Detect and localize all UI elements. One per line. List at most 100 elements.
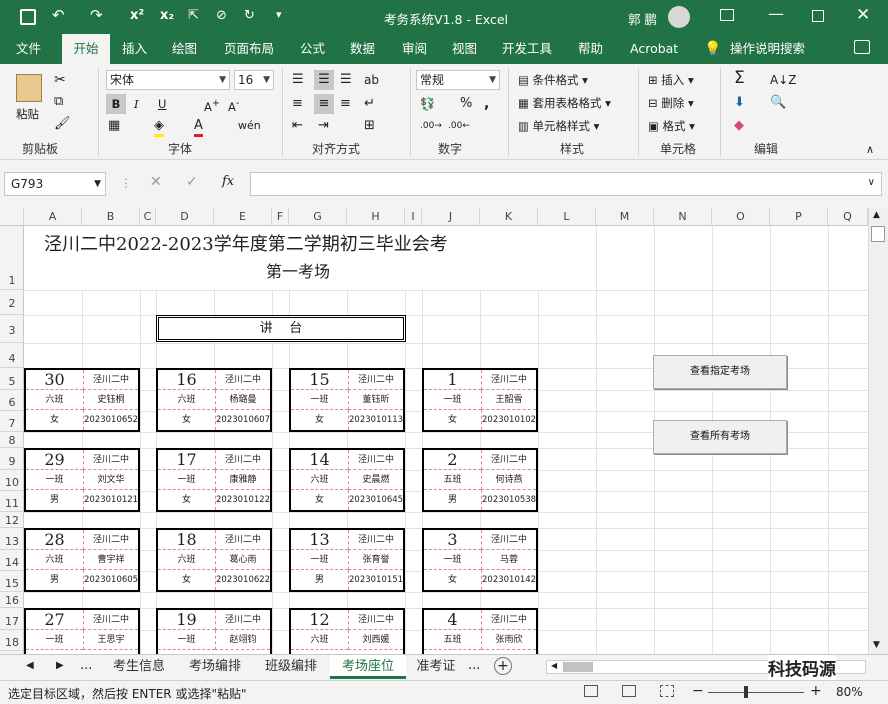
column-header[interactable]: P xyxy=(770,208,828,226)
more-sheets-left[interactable]: ... xyxy=(80,658,92,673)
row-header[interactable]: 4 xyxy=(0,343,23,368)
zoom-out-icon[interactable]: − xyxy=(692,683,704,699)
formula-input[interactable]: ∨ xyxy=(250,172,882,196)
fill-icon[interactable]: ⬇ xyxy=(734,95,745,111)
row-header[interactable]: 5 xyxy=(0,368,23,390)
row-header[interactable]: 14 xyxy=(0,550,23,571)
zoom-in-icon[interactable]: + xyxy=(810,683,822,699)
font-color-icon[interactable]: A xyxy=(194,118,203,137)
save-icon[interactable] xyxy=(20,9,36,25)
seat-card[interactable]: 12 泾川二中 六班 刘西媛 xyxy=(289,608,405,654)
tab-home[interactable]: 开始 xyxy=(62,34,110,64)
redo-icon[interactable]: ↷ xyxy=(90,6,103,24)
sheet-tab[interactable]: 班级编排 xyxy=(256,655,326,679)
collapse-ribbon-icon[interactable]: ∧ xyxy=(866,142,874,158)
ribbon-display-icon[interactable] xyxy=(720,9,734,21)
increase-decimal-icon[interactable]: .00→ xyxy=(420,118,442,134)
clear-icon[interactable]: ◆ xyxy=(734,118,744,134)
tab-developer[interactable]: 开发工具 xyxy=(498,34,556,64)
find-select-icon[interactable]: 🔍 xyxy=(770,95,786,111)
seat-card[interactable]: 18 泾川二中 六班 葛心雨女 2023010622 xyxy=(156,528,272,592)
column-header[interactable]: C xyxy=(140,208,156,226)
column-header[interactable]: D xyxy=(156,208,214,226)
podium-label[interactable]: 讲 台 xyxy=(156,315,406,342)
underline-icon[interactable]: U xyxy=(158,96,166,112)
wrap-text-icon[interactable]: ↵ xyxy=(364,96,375,112)
decrease-indent-icon[interactable]: ⇤ xyxy=(292,118,303,134)
close-icon[interactable]: ✕ xyxy=(856,5,870,25)
scroll-down-icon[interactable]: ▼ xyxy=(873,640,880,650)
autosum-icon[interactable]: Σ xyxy=(734,70,745,87)
align-bottom-icon[interactable]: ☰ xyxy=(340,72,352,88)
add-sheet-icon[interactable]: + xyxy=(494,657,512,675)
conditional-formatting-button[interactable]: ▤ 条件格式 ▾ xyxy=(518,72,588,88)
title-cell[interactable]: 泾川二中2022-2023学年度第二学期初三毕业会考 第一考场 xyxy=(24,226,572,290)
column-header[interactable]: H xyxy=(347,208,405,226)
phonetic-icon[interactable]: wén xyxy=(238,118,261,134)
column-header[interactable]: L xyxy=(538,208,596,226)
worksheet-grid[interactable]: 泾川二中2022-2023学年度第二学期初三毕业会考 第一考场 讲 台 30 泾川… xyxy=(24,226,868,654)
column-header[interactable]: N xyxy=(654,208,712,226)
seat-card[interactable]: 19 泾川二中 一班 赵翊钧 xyxy=(156,608,272,654)
row-header[interactable]: 6 xyxy=(0,390,23,411)
column-header[interactable]: I xyxy=(405,208,422,226)
zoom-slider-thumb[interactable] xyxy=(744,686,748,698)
insert-cells-button[interactable]: ⊞ 插入 ▾ xyxy=(648,72,694,88)
align-center-icon[interactable]: ≡ xyxy=(314,94,334,114)
column-header[interactable]: B xyxy=(82,208,140,226)
zoom-slider[interactable] xyxy=(708,692,804,693)
seat-card[interactable]: 14 泾川二中 六班 史晨燃女 2023010645 xyxy=(289,448,405,512)
tab-formulas[interactable]: 公式 xyxy=(296,34,329,64)
paste-icon[interactable] xyxy=(16,74,42,102)
tab-draw[interactable]: 绘图 xyxy=(168,34,201,64)
copy-icon[interactable]: ⧉ xyxy=(54,94,63,110)
user-name[interactable]: 郭 鹏 xyxy=(628,9,657,28)
maximize-icon[interactable] xyxy=(812,10,824,22)
row-header[interactable]: 3 xyxy=(0,315,23,343)
seat-card[interactable]: 1 泾川二中 一班 王韶雪女 2023010102 xyxy=(422,368,538,432)
tab-insert[interactable]: 插入 xyxy=(118,34,151,64)
row-header[interactable]: 7 xyxy=(0,411,23,432)
seat-card[interactable]: 27 泾川二中 一班 王思宇 xyxy=(24,608,140,654)
normal-view-icon[interactable] xyxy=(584,685,598,697)
comma-style-icon[interactable]: , xyxy=(484,96,489,112)
sheet-tab[interactable]: 准考证 xyxy=(408,655,464,679)
comments-icon[interactable] xyxy=(854,40,870,54)
tab-review[interactable]: 审阅 xyxy=(398,34,431,64)
view-all-rooms-button[interactable]: 查看所有考场 xyxy=(653,420,787,454)
undo-icon[interactable]: ↶ xyxy=(52,6,65,24)
row-header[interactable]: 1 xyxy=(0,226,23,290)
align-top-icon[interactable]: ☰ xyxy=(292,72,304,88)
seat-card[interactable]: 13 泾川二中 一班 张育誉男 2023010151 xyxy=(289,528,405,592)
column-header[interactable]: J xyxy=(422,208,480,226)
minimize-icon[interactable]: — xyxy=(768,4,784,23)
sheet-tab[interactable]: 考生信息 xyxy=(104,655,174,679)
align-left-icon[interactable]: ≡ xyxy=(292,96,303,112)
select-all-corner[interactable] xyxy=(0,208,24,226)
vertical-scrollbar[interactable]: ▲ ▼ xyxy=(868,208,888,654)
column-header[interactable]: K xyxy=(480,208,538,226)
seat-card[interactable]: 29 泾川二中 一班 刘文华男 2023010121 xyxy=(24,448,140,512)
seat-card[interactable]: 16 泾川二中 六班 杨璐曼女 2023010607 xyxy=(156,368,272,432)
column-header[interactable]: F xyxy=(272,208,289,226)
expand-formula-icon[interactable]: ∨ xyxy=(868,177,875,188)
scroll-up-icon[interactable]: ▲ xyxy=(873,210,880,220)
number-format-combo[interactable]: 常规 ▼ xyxy=(416,70,500,90)
decrease-decimal-icon[interactable]: .00← xyxy=(448,118,470,134)
seat-card[interactable]: 2 泾川二中 五班 何诗燕男 2023010538 xyxy=(422,448,538,512)
scroll-left-icon[interactable]: ◀ xyxy=(551,661,557,670)
row-header[interactable]: 15 xyxy=(0,571,23,592)
currency-icon[interactable]: 💱 xyxy=(420,96,435,112)
view-specific-room-button[interactable]: 查看指定考场 xyxy=(653,355,787,389)
row-header[interactable]: 10 xyxy=(0,470,23,491)
merge-center-icon[interactable]: ⊞ xyxy=(364,118,375,134)
bold-icon[interactable]: B xyxy=(106,94,126,114)
tab-acrobat[interactable]: Acrobat xyxy=(626,34,682,64)
more-sheets-right[interactable]: ... xyxy=(468,658,480,673)
seat-card[interactable]: 4 泾川二中 五班 张雨欣 xyxy=(422,608,538,654)
enter-icon[interactable]: ✓ xyxy=(186,174,198,190)
cell-styles-button[interactable]: ▥ 单元格样式 ▾ xyxy=(518,118,599,134)
superscript-icon[interactable]: x² xyxy=(130,8,144,23)
column-header[interactable]: E xyxy=(214,208,272,226)
italic-icon[interactable]: I xyxy=(134,96,139,112)
